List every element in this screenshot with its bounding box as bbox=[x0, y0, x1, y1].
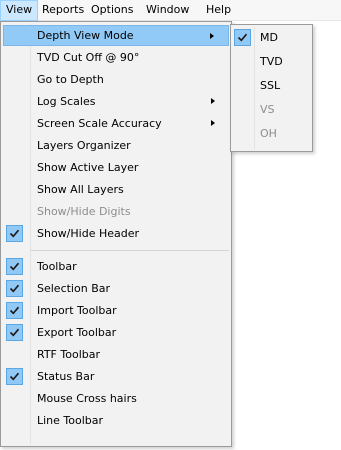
menu-item-label: Log Scales bbox=[37, 95, 96, 108]
menubar-help[interactable]: Help bbox=[201, 0, 236, 21]
menu-item-tvd-cut-off[interactable]: TVD Cut Off @ 90° bbox=[3, 47, 229, 68]
view-menu: Depth View Mode TVD Cut Off @ 90° Go to … bbox=[0, 21, 232, 447]
menu-item-label: Toolbar bbox=[37, 260, 77, 273]
menu-item-rtf-toolbar[interactable]: RTF Toolbar bbox=[3, 344, 229, 365]
checkmark-icon bbox=[6, 225, 23, 242]
menu-item-label: Show Active Layer bbox=[37, 161, 139, 174]
menubar-view[interactable]: View bbox=[0, 0, 39, 21]
menu-item-show-hide-header[interactable]: Show/Hide Header bbox=[3, 223, 229, 244]
submenu-arrow-icon bbox=[210, 33, 214, 39]
menu-item-show-active-layer[interactable]: Show Active Layer bbox=[3, 157, 229, 178]
submenu-item-label: TVD bbox=[260, 55, 283, 68]
checkmark-icon bbox=[6, 258, 23, 275]
submenu-item-oh: OH bbox=[233, 123, 310, 145]
menu-item-show-hide-digits: Show/Hide Digits bbox=[3, 201, 229, 222]
checkmark-icon bbox=[6, 280, 23, 297]
menu-item-go-to-depth[interactable]: Go to Depth bbox=[3, 69, 229, 90]
submenu-arrow-icon bbox=[211, 120, 215, 126]
submenu-arrow-icon bbox=[211, 98, 215, 104]
submenu-item-vs: VS bbox=[233, 99, 310, 121]
menu-item-label: Import Toolbar bbox=[37, 304, 117, 317]
checkmark-icon bbox=[6, 302, 23, 319]
submenu-item-label: OH bbox=[260, 127, 277, 140]
menu-item-label: TVD Cut Off @ 90° bbox=[37, 51, 140, 64]
menubar-window[interactable]: Window bbox=[141, 0, 194, 21]
menu-item-label: Layers Organizer bbox=[37, 139, 131, 152]
menu-item-label: Go to Depth bbox=[37, 73, 104, 86]
menu-separator bbox=[31, 250, 229, 251]
submenu-item-tvd[interactable]: TVD bbox=[233, 51, 310, 73]
checkmark-icon bbox=[6, 324, 23, 341]
menu-item-label: Show/Hide Header bbox=[37, 227, 140, 240]
submenu-item-md[interactable]: MD bbox=[233, 27, 310, 49]
menu-item-label: Show/Hide Digits bbox=[37, 205, 131, 218]
menubar-reports[interactable]: Reports bbox=[37, 0, 89, 21]
menu-item-line-toolbar[interactable]: Line Toolbar bbox=[3, 410, 229, 431]
menu-item-label: Selection Bar bbox=[37, 282, 110, 295]
menu-item-toolbar[interactable]: Toolbar bbox=[3, 256, 229, 277]
menu-item-label: Export Toolbar bbox=[37, 326, 117, 339]
submenu-item-label: VS bbox=[260, 103, 275, 116]
checkmark-icon bbox=[234, 29, 251, 46]
menu-item-show-all-layers[interactable]: Show All Layers bbox=[3, 179, 229, 200]
menu-item-import-toolbar[interactable]: Import Toolbar bbox=[3, 300, 229, 321]
menu-item-label: Screen Scale Accuracy bbox=[37, 117, 162, 130]
menubar-options[interactable]: Options bbox=[86, 0, 138, 21]
menu-item-depth-view-mode[interactable]: Depth View Mode bbox=[3, 25, 229, 46]
menu-bar: View Reports Options Window Help bbox=[0, 0, 341, 21]
checkmark-icon bbox=[6, 368, 23, 385]
menu-item-label: Depth View Mode bbox=[37, 29, 134, 42]
menu-item-label: Mouse Cross hairs bbox=[37, 392, 137, 405]
menu-item-label: Line Toolbar bbox=[37, 414, 104, 427]
menu-item-selection-bar[interactable]: Selection Bar bbox=[3, 278, 229, 299]
menu-item-label: Show All Layers bbox=[37, 183, 124, 196]
menu-item-status-bar[interactable]: Status Bar bbox=[3, 366, 229, 387]
menu-item-log-scales[interactable]: Log Scales bbox=[3, 91, 229, 112]
submenu-item-label: SSL bbox=[260, 79, 281, 92]
menu-item-label: Status Bar bbox=[37, 370, 95, 383]
menu-item-mouse-cross-hairs[interactable]: Mouse Cross hairs bbox=[3, 388, 229, 409]
menu-item-export-toolbar[interactable]: Export Toolbar bbox=[3, 322, 229, 343]
submenu-item-label: MD bbox=[260, 31, 278, 44]
submenu-item-ssl[interactable]: SSL bbox=[233, 75, 310, 97]
menu-item-layers-organizer[interactable]: Layers Organizer bbox=[3, 135, 229, 156]
depth-view-mode-submenu: MD TVD SSL VS OH bbox=[230, 24, 313, 152]
menu-item-screen-scale-accuracy[interactable]: Screen Scale Accuracy bbox=[3, 113, 229, 134]
menu-item-label: RTF Toolbar bbox=[37, 348, 100, 361]
